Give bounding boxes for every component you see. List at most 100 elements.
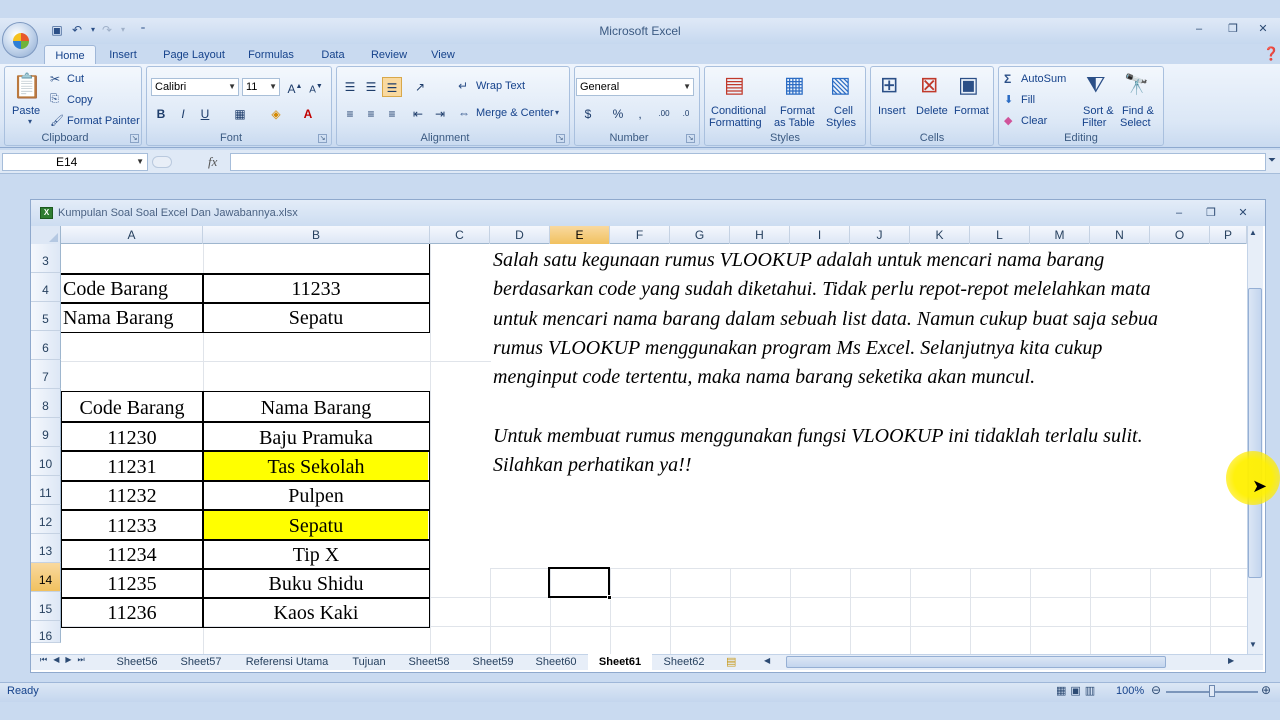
cell-styles-label-1[interactable]: Cell <box>834 105 853 117</box>
format-as-table-label-1[interactable]: Format <box>780 105 815 117</box>
table-row-3-code[interactable]: 11232 <box>63 481 201 510</box>
lookup-name-label[interactable]: Nama Barang <box>63 303 201 332</box>
font-color-icon[interactable]: A <box>298 104 318 124</box>
formula-bar-expand-icon[interactable] <box>152 156 172 168</box>
align-center-icon[interactable]: ≡ <box>361 104 381 124</box>
paste-icon[interactable]: 📋 <box>12 72 42 102</box>
sheet-tab-sheet58[interactable]: Sheet58 <box>398 654 460 670</box>
find-select-icon[interactable]: 🔭 <box>1124 72 1149 97</box>
insert-cells-icon[interactable]: ⊞ <box>880 72 898 98</box>
format-cells-icon[interactable]: ▣ <box>958 72 979 98</box>
table-row-4-name[interactable]: Sepatu <box>204 511 428 539</box>
expand-formula-bar-icon[interactable]: ⏷ <box>1268 155 1276 166</box>
fill-icon[interactable]: ⬇ <box>1004 93 1013 106</box>
wrap-text-button[interactable]: Wrap Text <box>476 80 525 92</box>
merge-center-icon[interactable]: ⇔ <box>458 106 470 120</box>
table-header-code[interactable]: Code Barang <box>63 393 201 422</box>
column-header-a[interactable]: A <box>61 226 203 244</box>
sheet-tab-sheet62[interactable]: Sheet62 <box>654 654 714 670</box>
column-header-i[interactable]: I <box>790 226 850 244</box>
column-header-b[interactable]: B <box>203 226 430 244</box>
lookup-name-value[interactable]: Sepatu <box>204 303 428 332</box>
row-header-16[interactable]: 16 <box>31 621 61 643</box>
lookup-code-value[interactable]: 11233 <box>204 274 428 303</box>
format-as-table-icon[interactable]: ▦ <box>784 72 805 98</box>
tab-insert[interactable]: Insert <box>100 45 146 65</box>
zoom-slider-thumb[interactable] <box>1209 685 1215 697</box>
find-select-label-1[interactable]: Find & <box>1122 105 1154 117</box>
sheet-tab-sheet56[interactable]: Sheet56 <box>106 654 168 670</box>
scroll-down-icon[interactable]: ▼ <box>1249 640 1257 649</box>
workbook-close-icon[interactable]: ✕ <box>1230 204 1256 222</box>
horizontal-scroll-thumb[interactable] <box>786 656 1166 668</box>
column-header-k[interactable]: K <box>910 226 970 244</box>
column-header-g[interactable]: G <box>670 226 730 244</box>
workbook-restore-icon[interactable]: ❐ <box>1198 204 1224 222</box>
orientation-icon[interactable]: ↗ <box>410 77 430 97</box>
find-select-label-2[interactable]: Select <box>1120 117 1151 129</box>
sheet-tab-sheet57[interactable]: Sheet57 <box>170 654 232 670</box>
row-header-11[interactable]: 11 <box>31 476 61 505</box>
increase-indent-icon[interactable]: ⇥ <box>430 104 450 124</box>
conditional-formatting-icon[interactable]: ▤ <box>724 72 745 98</box>
column-header-h[interactable]: H <box>730 226 790 244</box>
row-header-13[interactable]: 13 <box>31 534 61 563</box>
tab-page-layout[interactable]: Page Layout <box>156 45 232 65</box>
conditional-formatting-label-1[interactable]: Conditional <box>711 105 766 117</box>
fill-button[interactable]: Fill <box>1021 94 1035 106</box>
font-size-combo[interactable]: 11 ▼ <box>242 78 280 96</box>
borders-icon[interactable]: ▦ <box>230 104 250 124</box>
save-icon[interactable]: ▣ <box>48 22 66 38</box>
cell-styles-label-2[interactable]: Styles <box>826 117 856 129</box>
select-all-button[interactable] <box>31 226 61 244</box>
row-header-3[interactable]: 3 <box>31 244 61 273</box>
delete-cells-icon[interactable]: ⊠ <box>920 72 938 98</box>
increase-decimal-icon[interactable]: .00 <box>654 104 674 124</box>
currency-icon[interactable]: $ <box>578 104 598 124</box>
sheet-nav-icon[interactable]: ⏮◀▶⏭ <box>40 655 91 665</box>
align-right-icon[interactable]: ≡ <box>382 104 402 124</box>
paste-button[interactable]: Paste <box>12 105 40 117</box>
autosum-icon[interactable]: Σ <box>1004 72 1011 86</box>
merge-center-button[interactable]: Merge & Center <box>476 107 554 119</box>
row-header-15[interactable]: 15 <box>31 592 61 621</box>
format-cells-button[interactable]: Format <box>954 105 989 117</box>
office-button[interactable] <box>2 22 38 58</box>
align-middle-icon[interactable]: ☰ <box>361 77 381 97</box>
autosum-button[interactable]: AutoSum <box>1021 73 1066 85</box>
table-row-2-code[interactable]: 11231 <box>63 452 201 481</box>
clipboard-launcher-icon[interactable]: ↘ <box>130 134 139 143</box>
table-row-6-name[interactable]: Buku Shidu <box>204 569 428 598</box>
name-box[interactable]: E14 ▼ <box>2 153 148 171</box>
row-header-9[interactable]: 9 <box>31 418 61 447</box>
help-icon[interactable]: ❓ <box>1263 46 1279 62</box>
column-header-l[interactable]: L <box>970 226 1030 244</box>
fill-handle[interactable] <box>607 595 612 600</box>
row-header-14[interactable]: 14 <box>31 563 61 592</box>
italic-icon[interactable]: I <box>173 104 193 124</box>
tab-formulas[interactable]: Formulas <box>240 45 302 65</box>
clear-icon[interactable]: ◆ <box>1004 114 1012 127</box>
table-header-name[interactable]: Nama Barang <box>204 393 428 422</box>
decrease-indent-icon[interactable]: ⇤ <box>408 104 428 124</box>
format-painter-button[interactable]: Format Painter <box>67 115 140 127</box>
sheet-tab-tujuan[interactable]: Tujuan <box>342 654 396 670</box>
table-row-6-code[interactable]: 11235 <box>63 569 201 598</box>
table-row-7-name[interactable]: Kaos Kaki <box>204 598 428 627</box>
lookup-code-label[interactable]: Code Barang <box>63 274 201 303</box>
bold-icon[interactable]: B <box>151 104 171 124</box>
align-left-icon[interactable]: ≡ <box>340 104 360 124</box>
table-row-5-name[interactable]: Tip X <box>204 540 428 569</box>
fill-color-icon[interactable]: ◈ <box>266 104 286 124</box>
zoom-in-icon[interactable]: ⊕ <box>1261 683 1271 697</box>
insert-sheet-icon[interactable]: ▤ <box>726 655 736 668</box>
tab-review[interactable]: Review <box>364 45 414 65</box>
formula-input[interactable] <box>230 153 1266 171</box>
number-format-combo[interactable]: General ▼ <box>576 78 694 96</box>
table-row-1-name[interactable]: Baju Pramuka <box>204 423 428 452</box>
row-header-5[interactable]: 5 <box>31 302 61 331</box>
zoom-out-icon[interactable]: ⊖ <box>1151 683 1161 697</box>
cell-styles-icon[interactable]: ▧ <box>830 72 851 98</box>
customize-toolbar-icon[interactable]: ⁼ <box>134 22 152 38</box>
restore-icon[interactable]: ❐ <box>1220 20 1246 38</box>
